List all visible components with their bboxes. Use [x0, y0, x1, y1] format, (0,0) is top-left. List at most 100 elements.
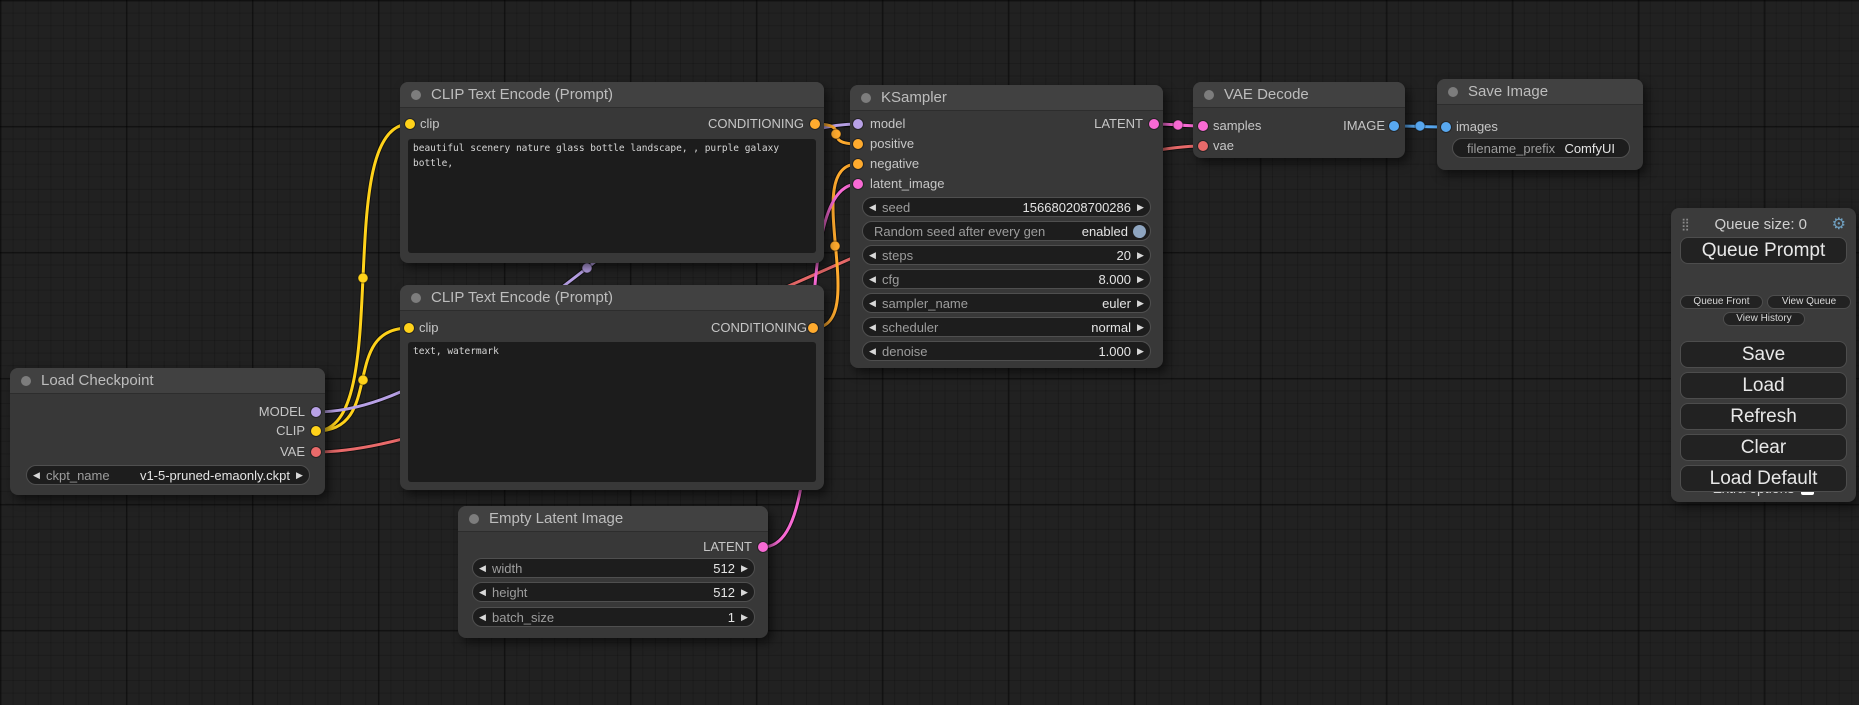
collapse-dot-icon[interactable] — [861, 93, 871, 103]
output-slot-latent[interactable] — [1149, 119, 1159, 129]
input-slot-negative[interactable] — [853, 159, 863, 169]
decrement-arrow-icon[interactable]: ◀ — [473, 559, 492, 577]
widget-label: denoise — [882, 344, 928, 359]
collapse-dot-icon[interactable] — [469, 514, 479, 524]
decrement-arrow-icon[interactable]: ◀ — [863, 270, 882, 288]
decrement-arrow-icon[interactable]: ◀ — [473, 583, 492, 601]
widget-label: cfg — [882, 272, 899, 287]
widget-value: 8.000 — [1098, 272, 1131, 287]
node-title[interactable]: Empty Latent Image — [458, 506, 768, 532]
widget-sampler-name[interactable]: ◀ sampler_name euler ▶ — [862, 293, 1151, 313]
gear-icon[interactable]: ⚙ — [1832, 214, 1846, 234]
widget-height[interactable]: ◀ height 512 ▶ — [472, 582, 755, 602]
widget-label: filename_prefix — [1453, 141, 1555, 156]
refresh-button[interactable]: Refresh — [1680, 403, 1847, 430]
input-slot-clip[interactable] — [404, 323, 414, 333]
output-slot-clip[interactable] — [311, 426, 321, 436]
view-history-button[interactable]: View History — [1723, 312, 1805, 326]
widget-filename-prefix[interactable]: filename_prefix ComfyUI — [1452, 138, 1630, 158]
collapse-dot-icon[interactable] — [1448, 87, 1458, 97]
input-slot-clip[interactable] — [405, 119, 415, 129]
output-slot-image[interactable] — [1389, 121, 1399, 131]
input-slot-images[interactable] — [1441, 122, 1451, 132]
widget-label: scheduler — [882, 320, 938, 335]
widget-width[interactable]: ◀ width 512 ▶ — [472, 558, 755, 578]
widget-cfg[interactable]: ◀ cfg 8.000 ▶ — [862, 269, 1151, 289]
output-label: VAE — [280, 445, 305, 459]
toggle-icon[interactable] — [1133, 225, 1146, 238]
decrement-arrow-icon[interactable]: ◀ — [863, 342, 882, 360]
output-slot-latent[interactable] — [758, 542, 768, 552]
node-graph-canvas[interactable]: Load Checkpoint MODEL CLIP VAE ◀ ckpt_na… — [0, 0, 1859, 705]
collapse-dot-icon[interactable] — [411, 293, 421, 303]
increment-arrow-icon[interactable]: ▶ — [1131, 342, 1150, 360]
increment-arrow-icon[interactable]: ▶ — [1131, 246, 1150, 264]
widget-steps[interactable]: ◀ steps 20 ▶ — [862, 245, 1151, 265]
decrement-arrow-icon[interactable]: ◀ — [27, 466, 46, 484]
output-slot-model[interactable] — [311, 407, 321, 417]
input-slot-samples[interactable] — [1198, 121, 1208, 131]
input-label: clip — [419, 321, 439, 335]
input-slot-latent-image[interactable] — [853, 179, 863, 189]
input-label: vae — [1213, 139, 1234, 153]
queue-prompt-button[interactable]: Queue Prompt — [1680, 237, 1847, 264]
output-label: MODEL — [259, 405, 305, 419]
increment-arrow-icon[interactable]: ▶ — [1131, 198, 1150, 216]
queue-front-button[interactable]: Queue Front — [1680, 295, 1763, 309]
widget-value: enabled — [1082, 224, 1128, 239]
view-queue-button[interactable]: View Queue — [1767, 295, 1851, 309]
input-slot-vae[interactable] — [1198, 141, 1208, 151]
widget-value: euler — [1102, 296, 1131, 311]
output-slot-conditioning[interactable] — [810, 119, 820, 129]
widget-seed[interactable]: ◀ seed 156680208700286 ▶ — [862, 197, 1151, 217]
collapse-dot-icon[interactable] — [1204, 90, 1214, 100]
output-slot-vae[interactable] — [311, 447, 321, 457]
prompt-textarea[interactable]: beautiful scenery nature glass bottle la… — [408, 139, 816, 253]
collapse-dot-icon[interactable] — [411, 90, 421, 100]
node-title[interactable]: VAE Decode — [1193, 82, 1405, 108]
collapse-dot-icon[interactable] — [21, 376, 31, 386]
node-save-image[interactable]: Save Image images filename_prefix ComfyU… — [1437, 79, 1643, 170]
decrement-arrow-icon[interactable]: ◀ — [863, 294, 882, 312]
node-clip-text-encode-positive[interactable]: CLIP Text Encode (Prompt) clip CONDITION… — [400, 82, 824, 263]
clear-button[interactable]: Clear — [1680, 434, 1847, 461]
widget-scheduler[interactable]: ◀ scheduler normal ▶ — [862, 317, 1151, 337]
decrement-arrow-icon[interactable]: ◀ — [473, 608, 492, 626]
widget-batch-size[interactable]: ◀ batch_size 1 ▶ — [472, 607, 755, 627]
increment-arrow-icon[interactable]: ▶ — [735, 583, 754, 601]
prompt-textarea[interactable]: text, watermark — [408, 342, 816, 482]
save-button[interactable]: Save — [1680, 341, 1847, 368]
widget-label: seed — [882, 200, 910, 215]
increment-arrow-icon[interactable]: ▶ — [1131, 270, 1150, 288]
link-dot — [358, 375, 368, 385]
output-label: CLIP — [276, 424, 305, 438]
widget-random-seed[interactable]: Random seed after every gen enabled — [862, 221, 1151, 241]
output-slot-conditioning[interactable] — [808, 323, 818, 333]
node-title[interactable]: CLIP Text Encode (Prompt) — [400, 285, 824, 311]
widget-ckpt-name[interactable]: ◀ ckpt_name v1-5-pruned-emaonly.ckpt ▶ — [26, 465, 310, 485]
node-ksampler[interactable]: KSampler model positive negative latent_… — [850, 85, 1163, 368]
decrement-arrow-icon[interactable]: ◀ — [863, 198, 882, 216]
drag-handle-icon[interactable]: ⣿ — [1681, 217, 1690, 231]
increment-arrow-icon[interactable]: ▶ — [1131, 294, 1150, 312]
load-button[interactable]: Load — [1680, 372, 1847, 399]
increment-arrow-icon[interactable]: ▶ — [735, 559, 754, 577]
input-slot-positive[interactable] — [853, 139, 863, 149]
node-title[interactable]: KSampler — [850, 85, 1163, 111]
decrement-arrow-icon[interactable]: ◀ — [863, 318, 882, 336]
node-title[interactable]: CLIP Text Encode (Prompt) — [400, 82, 824, 108]
node-clip-text-encode-negative[interactable]: CLIP Text Encode (Prompt) clip CONDITION… — [400, 285, 824, 490]
increment-arrow-icon[interactable]: ▶ — [1131, 318, 1150, 336]
increment-arrow-icon[interactable]: ▶ — [290, 466, 309, 484]
node-title[interactable]: Save Image — [1437, 79, 1643, 105]
decrement-arrow-icon[interactable]: ◀ — [863, 246, 882, 264]
node-empty-latent-image[interactable]: Empty Latent Image LATENT ◀ width 512 ▶ … — [458, 506, 768, 638]
input-slot-model[interactable] — [853, 119, 863, 129]
widget-value: 1.000 — [1098, 344, 1131, 359]
node-vae-decode[interactable]: VAE Decode samples vae IMAGE — [1193, 82, 1405, 158]
node-title[interactable]: Load Checkpoint — [10, 368, 325, 394]
widget-denoise[interactable]: ◀ denoise 1.000 ▶ — [862, 341, 1151, 361]
load-default-button[interactable]: Load Default — [1680, 465, 1847, 492]
increment-arrow-icon[interactable]: ▶ — [735, 608, 754, 626]
node-load-checkpoint[interactable]: Load Checkpoint MODEL CLIP VAE ◀ ckpt_na… — [10, 368, 325, 495]
